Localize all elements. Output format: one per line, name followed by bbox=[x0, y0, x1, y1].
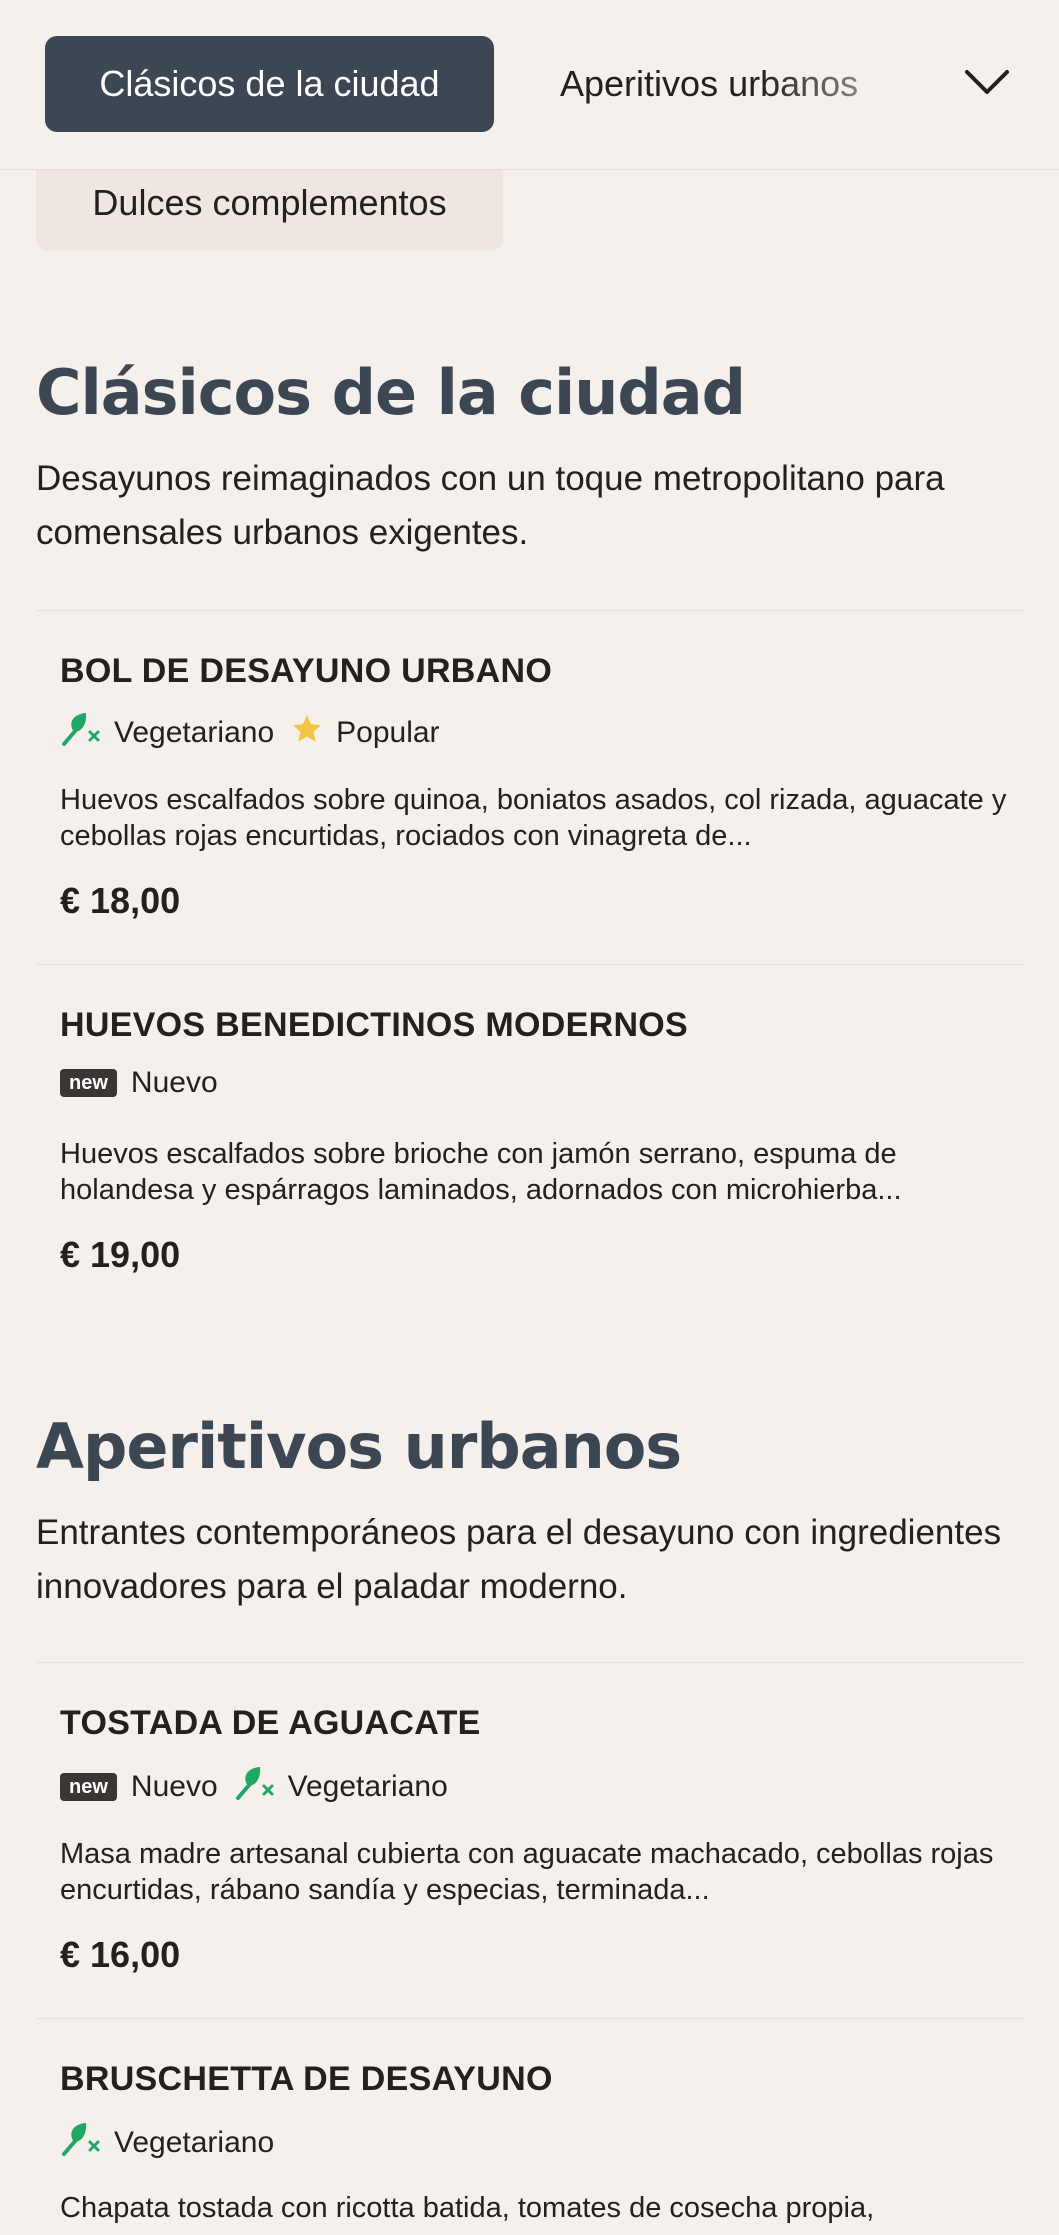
divider bbox=[36, 1662, 1023, 1663]
vegetarian-leaf-icon bbox=[234, 1764, 276, 1810]
tab-label: Aperitivos urbanos bbox=[560, 63, 859, 104]
tab-clasicos-de-la-ciudad[interactable]: Clásicos de la ciudad bbox=[45, 36, 494, 132]
item-tags: new Nuevo bbox=[60, 1066, 234, 1100]
item-name: BOL DE DESAYUNO URBANO bbox=[60, 652, 553, 690]
menu-page: Clásicos de la ciudad Aperitivos urbanos… bbox=[0, 0, 1059, 2235]
section-title: Aperitivos urbanos bbox=[36, 1410, 682, 1483]
tag-vegetarian: Vegetariano bbox=[60, 710, 274, 756]
category-nav: Clásicos de la ciudad Aperitivos urbanos bbox=[0, 0, 1059, 170]
tab-aperitivos-urbanos[interactable]: Aperitivos urbanos bbox=[560, 36, 858, 132]
tag-label: Vegetariano bbox=[114, 2126, 275, 2159]
item-description: Huevos escalfados sobre quinoa, boniatos… bbox=[60, 784, 1007, 852]
section-description: Entrantes contemporáneos para el desayun… bbox=[36, 1513, 1002, 1606]
tag-label: Nuevo bbox=[130, 1066, 218, 1099]
item-tags: Vegetariano Popular bbox=[60, 710, 456, 756]
tag-vegetarian: Vegetariano bbox=[60, 2120, 274, 2166]
item-price: € 16,00 bbox=[60, 1934, 181, 1975]
item-name: HUEVOS BENEDICTINOS MODERNOS bbox=[60, 1006, 689, 1044]
item-description: Huevos escalfados sobre brioche con jamó… bbox=[60, 1138, 902, 1206]
divider bbox=[36, 2018, 1023, 2019]
item-name: TOSTADA DE AGUACATE bbox=[60, 1704, 481, 1742]
tab-label: Dulces complementos bbox=[92, 182, 447, 223]
tag-vegetarian: Vegetariano bbox=[234, 1764, 448, 1810]
item-name: BRUSCHETTA DE DESAYUNO bbox=[60, 2060, 553, 2098]
tab-label: Clásicos de la ciudad bbox=[99, 63, 440, 104]
item-description: Masa madre artesanal cubierta con aguaca… bbox=[60, 1838, 994, 1906]
vegetarian-leaf-icon bbox=[60, 2120, 102, 2166]
tag-new: new Nuevo bbox=[60, 1770, 218, 1804]
item-tags: new Nuevo Vegetariano bbox=[60, 1764, 464, 1810]
tag-label: Nuevo bbox=[130, 1770, 218, 1803]
chevron-down-icon[interactable] bbox=[955, 50, 1019, 114]
tag-label: Vegetariano bbox=[287, 1770, 448, 1803]
section-description: Desayunos reimaginados con un toque metr… bbox=[36, 459, 945, 552]
tag-label: Vegetariano bbox=[114, 716, 275, 749]
vegetarian-leaf-icon bbox=[60, 710, 102, 756]
item-price: € 19,00 bbox=[60, 1234, 181, 1275]
section-title: Clásicos de la ciudad bbox=[36, 356, 746, 429]
item-price: € 18,00 bbox=[60, 880, 181, 921]
new-badge: new bbox=[60, 1773, 117, 1801]
new-badge: new bbox=[60, 1069, 117, 1097]
item-description: Chapata tostada con ricotta batida, toma… bbox=[60, 2192, 875, 2224]
divider bbox=[36, 964, 1023, 965]
divider bbox=[36, 610, 1023, 611]
item-tags: Vegetariano bbox=[60, 2120, 290, 2166]
tag-popular: Popular bbox=[290, 712, 440, 754]
tag-label: Popular bbox=[336, 716, 440, 749]
star-icon bbox=[290, 712, 324, 754]
tag-new: new Nuevo bbox=[60, 1066, 218, 1100]
